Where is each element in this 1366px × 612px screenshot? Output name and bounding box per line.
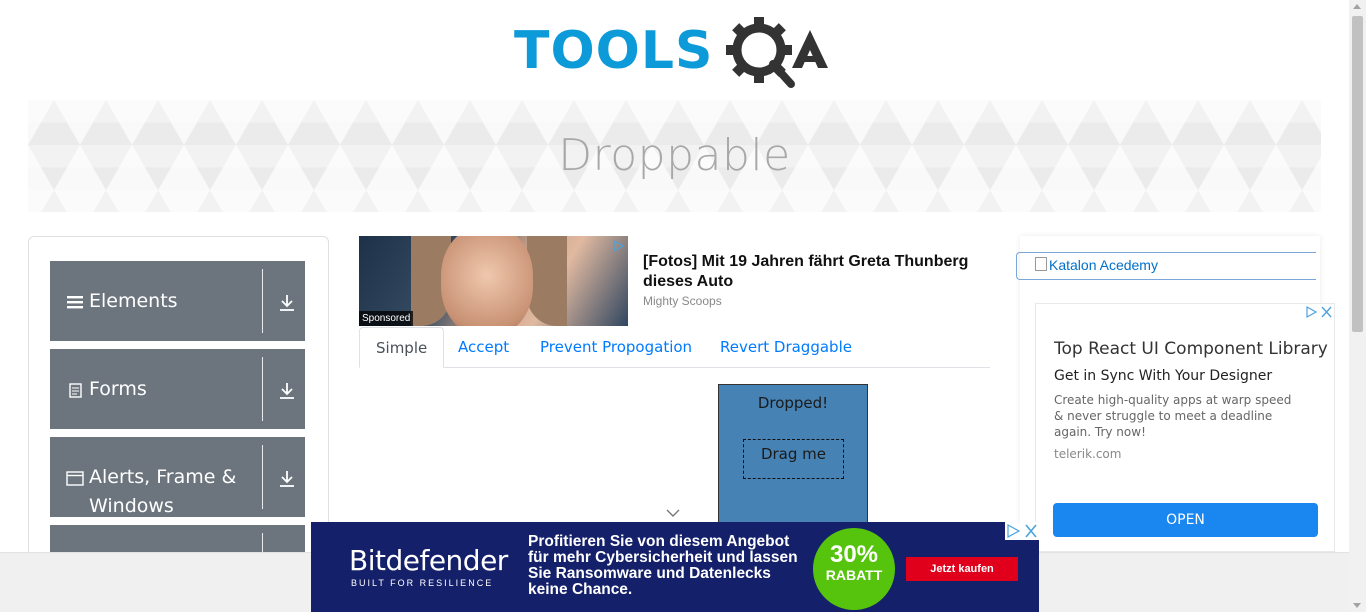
scroll-up-arrow-icon[interactable] [1353, 4, 1361, 9]
discount-percent: 30% [829, 541, 879, 568]
ad-cta-button[interactable]: Jetzt kaufen [906, 557, 1018, 581]
katalon-ad[interactable]: Katalon Acedemy [1016, 252, 1316, 280]
page-banner: Droppable [28, 100, 1321, 212]
tab-simple[interactable]: Simple [359, 327, 445, 368]
droppable-tabs: Simple Accept Prevent Propogation Revert… [359, 327, 990, 368]
divider [262, 445, 263, 509]
window-icon [66, 471, 84, 486]
discount-label: RABATT [825, 567, 883, 583]
sidebar-group-label: Alerts, Frame & Windows [89, 466, 237, 517]
ad-title[interactable]: Top React UI Component Library [1054, 339, 1328, 359]
toolsqa-logo[interactable]: TOOLS [514, 16, 844, 92]
sidebar-group-elements[interactable]: Elements [50, 261, 305, 341]
drop-target-label: Dropped! [757, 394, 829, 412]
divider [262, 357, 263, 421]
download-icon[interactable] [278, 469, 296, 489]
ad-open-button[interactable]: OPEN [1053, 503, 1318, 537]
hamburger-icon [67, 296, 83, 309]
sidebar-group-label: Forms [89, 378, 147, 400]
tab-accept[interactable]: Accept [442, 327, 525, 368]
ad-brand-tagline: BUILT FOR RESILIENCE [351, 578, 494, 588]
ad-source: Mighty Scoops [643, 294, 722, 308]
ad-body: Create high-quality apps at warp speed &… [1054, 393, 1292, 439]
page-title: Droppable [558, 130, 791, 181]
sponsored-ad[interactable]: Sponsored [Fotos] Mit 19 Jahren fährt Gr… [359, 236, 979, 326]
ad-brand: Bitdefender [349, 544, 508, 577]
ad-photo[interactable]: Sponsored [359, 236, 628, 326]
svg-text:TOOLS: TOOLS [514, 21, 713, 81]
draggable-box[interactable]: Drag me [743, 439, 844, 479]
ad-close-icon[interactable] [1005, 522, 1039, 540]
sidebar-group-alerts[interactable]: Alerts, Frame & Windows [50, 437, 305, 517]
discount-badge: 30% RABATT [813, 528, 895, 610]
sidebar-group-label: Elements [89, 290, 178, 312]
scroll-down-arrow-icon[interactable] [1353, 603, 1361, 608]
sidebar-group-forms[interactable]: Forms [50, 349, 305, 429]
sponsored-badge: Sponsored [359, 311, 414, 326]
ad-close-icon[interactable] [1304, 304, 1334, 320]
chevron-down-icon[interactable] [665, 508, 681, 518]
react-ui-ad[interactable]: Top React UI Component Library Get in Sy… [1035, 303, 1335, 552]
ad-site: telerik.com [1054, 447, 1122, 461]
download-icon[interactable] [278, 293, 296, 313]
tab-revert-draggable[interactable]: Revert Draggable [704, 327, 868, 368]
sidebar: Elements Forms Alerts, Frame & Windows [28, 236, 329, 566]
adchoices-icon[interactable] [612, 240, 624, 252]
ad-headline[interactable]: [Fotos] Mit 19 Jahren fährt Greta Thunbe… [643, 252, 983, 292]
ad-text: Profitieren Sie von diesem Angebot für m… [528, 533, 798, 598]
download-icon[interactable] [278, 381, 296, 401]
divider [262, 269, 263, 333]
bitdefender-ad[interactable]: Bitdefender BUILT FOR RESILIENCE Profiti… [311, 522, 1039, 612]
tab-prevent-propogation[interactable]: Prevent Propogation [524, 327, 708, 368]
page-scrollbar[interactable] [1349, 0, 1366, 612]
document-icon [69, 383, 82, 398]
scroll-thumb[interactable] [1352, 16, 1363, 332]
katalon-image-alt[interactable]: Katalon Acedemy [1035, 257, 1158, 273]
ad-subtitle: Get in Sync With Your Designer [1054, 368, 1273, 384]
